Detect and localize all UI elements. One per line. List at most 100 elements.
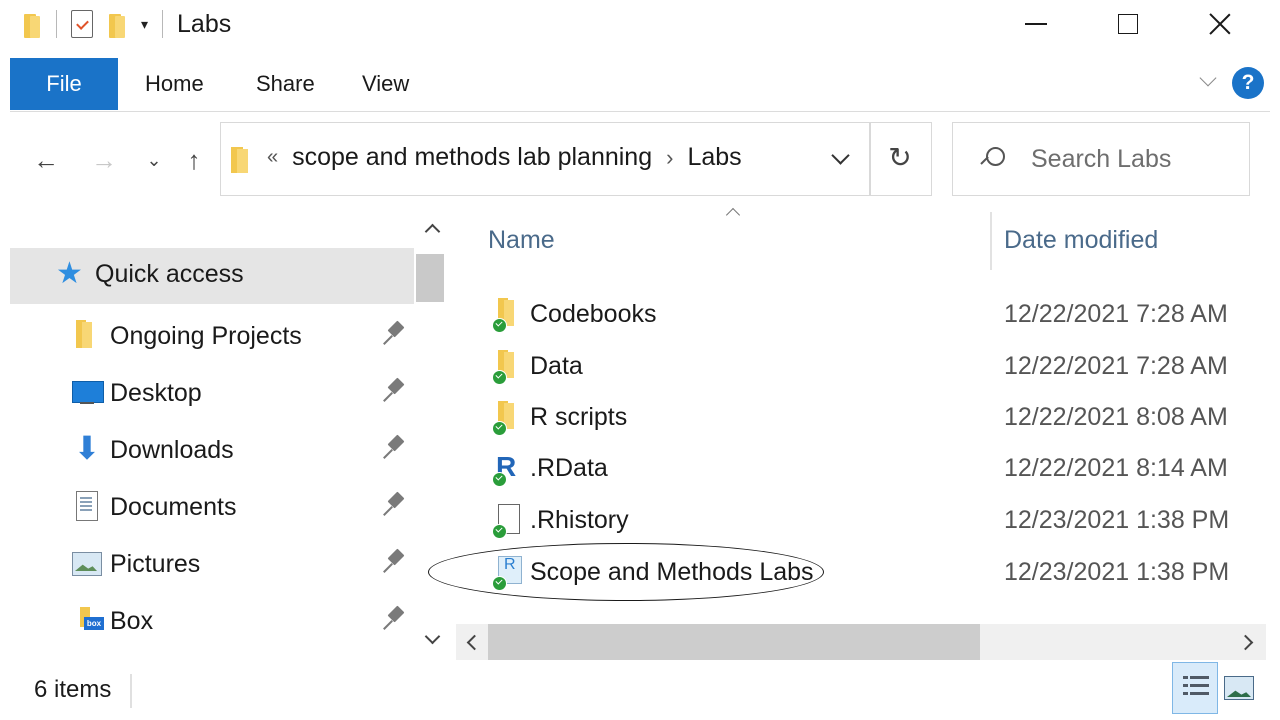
properties-icon[interactable] — [71, 10, 93, 38]
tab-share[interactable]: Share — [256, 58, 315, 110]
expand-ribbon-chevron-icon[interactable] — [1198, 72, 1218, 92]
window-title: Labs — [177, 9, 232, 38]
sidebar-item-pictures[interactable]: Pictures — [10, 536, 414, 592]
sidebar-item-label: Box — [110, 606, 154, 635]
scroll-up-icon[interactable] — [422, 220, 442, 240]
sidebar-item-label: Quick access — [95, 260, 244, 288]
sidebar-item-label: Pictures — [110, 549, 201, 578]
file-name: Codebooks — [530, 300, 657, 328]
file-date: 12/22/2021 7:28 AM — [1004, 300, 1228, 328]
refresh-icon[interactable]: ↻ — [885, 143, 915, 173]
up-button[interactable]: ↑ — [176, 138, 212, 182]
file-date: 12/23/2021 1:38 PM — [1004, 558, 1230, 586]
title-bar: ▾ Labs — [0, 0, 1280, 50]
file-name: Data — [530, 352, 583, 380]
maximize-button[interactable] — [1082, 0, 1174, 48]
customize-toolbar-dropdown-icon[interactable]: ▾ — [141, 16, 148, 33]
sync-status-icon — [492, 576, 507, 591]
minimize-icon — [1025, 23, 1047, 25]
scroll-left-icon[interactable] — [464, 634, 480, 650]
new-folder-icon[interactable] — [107, 10, 127, 38]
r-project-icon — [492, 554, 522, 591]
column-divider[interactable] — [990, 212, 992, 270]
scroll-right-icon[interactable] — [1240, 634, 1256, 650]
folder-icon — [492, 399, 522, 436]
documents-icon — [72, 489, 102, 523]
desktop-icon — [72, 375, 104, 409]
file-date: 12/22/2021 7:28 AM — [1004, 352, 1228, 380]
sidebar-item-documents[interactable]: Documents — [10, 479, 414, 535]
details-view-icon[interactable] — [1172, 662, 1218, 714]
star-icon: ★ — [56, 257, 83, 290]
folder-icon — [231, 145, 251, 175]
file-row[interactable]: R scripts 12/22/2021 8:08 AM — [480, 393, 1260, 443]
file-name: .Rhistory — [530, 506, 629, 534]
breadcrumb-overflow[interactable]: « — [267, 146, 278, 169]
sync-status-icon — [492, 421, 507, 436]
ribbon: File Home Share View ? — [10, 58, 1270, 112]
pin-icon[interactable] — [385, 322, 407, 348]
pin-icon[interactable] — [385, 607, 407, 633]
file-row[interactable]: Codebooks 12/22/2021 7:28 AM — [480, 290, 1260, 340]
file-row[interactable]: Data 12/22/2021 7:28 AM — [480, 342, 1260, 392]
pin-icon[interactable] — [385, 493, 407, 519]
sidebar-item-box[interactable]: Box — [10, 593, 414, 649]
pin-icon[interactable] — [385, 379, 407, 405]
address-history-chevron-icon[interactable] — [829, 147, 853, 171]
box-icon — [72, 603, 104, 637]
toolbar-divider — [56, 10, 57, 38]
close-icon — [1208, 12, 1232, 36]
column-header-date-modified[interactable]: Date modified — [1004, 226, 1158, 255]
close-button[interactable] — [1174, 0, 1266, 48]
search-box[interactable] — [952, 122, 1250, 196]
file-date: 12/22/2021 8:14 AM — [1004, 454, 1228, 482]
file-date: 12/22/2021 8:08 AM — [1004, 403, 1228, 431]
maximize-icon — [1118, 14, 1138, 34]
pin-icon[interactable] — [385, 436, 407, 462]
address-bar[interactable]: « scope and methods lab planning › Labs … — [220, 122, 932, 196]
file-list-scrollbar[interactable] — [456, 624, 1266, 660]
breadcrumb-separator-icon[interactable]: › — [666, 145, 673, 171]
search-icon — [979, 145, 1007, 173]
sidebar-item-quick-access[interactable]: ★ Quick access — [10, 248, 414, 304]
navigation-pane: ★ Quick access Ongoing Projects Desktop … — [10, 210, 450, 660]
pictures-icon — [72, 546, 102, 580]
sync-status-icon — [492, 472, 507, 487]
sort-ascending-icon — [725, 204, 741, 220]
forward-button[interactable]: → — [84, 138, 124, 182]
sidebar-item-label: Ongoing Projects — [110, 321, 302, 350]
breadcrumb-item-scope-and-methods-lab-planning[interactable]: scope and methods lab planning — [292, 143, 652, 172]
tab-view[interactable]: View — [362, 58, 409, 110]
sidebar-item-ongoing-projects[interactable]: Ongoing Projects — [10, 308, 414, 364]
scroll-down-icon[interactable] — [422, 630, 442, 650]
scrollbar-thumb[interactable] — [416, 254, 444, 302]
file-row[interactable]: .Rhistory 12/23/2021 1:38 PM — [480, 496, 1260, 546]
tab-home[interactable]: Home — [145, 58, 204, 110]
toolbar-divider — [162, 10, 164, 38]
help-icon[interactable]: ? — [1232, 67, 1264, 99]
sidebar-item-desktop[interactable]: Desktop — [10, 365, 414, 421]
minimize-button[interactable] — [990, 0, 1082, 48]
quick-access-toolbar: ▾ Labs — [22, 6, 231, 42]
pin-icon[interactable] — [385, 550, 407, 576]
tab-file[interactable]: File — [10, 58, 118, 110]
folder-icon[interactable] — [22, 10, 42, 38]
sidebar-scrollbar[interactable] — [414, 210, 448, 660]
search-input[interactable] — [1031, 141, 1241, 177]
item-count: 6 items — [34, 676, 112, 703]
back-button[interactable]: ← — [26, 138, 66, 182]
recent-locations-button[interactable]: ⌄ — [140, 138, 168, 182]
file-row[interactable]: Scope and Methods Labs 12/23/2021 1:38 P… — [480, 548, 1260, 598]
address-divider — [869, 123, 871, 195]
file-row[interactable]: R .RData 12/22/2021 8:14 AM — [480, 444, 1260, 494]
folder-icon — [72, 318, 102, 352]
large-icons-view-icon[interactable] — [1224, 676, 1254, 700]
sidebar-item-label: Desktop — [110, 378, 202, 407]
column-header-name[interactable]: Name — [488, 226, 555, 255]
r-data-icon: R — [492, 450, 524, 487]
scrollbar-thumb[interactable] — [488, 624, 980, 660]
sidebar-item-downloads[interactable]: ⬇ Downloads — [10, 422, 414, 478]
breadcrumb-item-labs[interactable]: Labs — [687, 143, 741, 172]
file-name: .RData — [530, 454, 608, 482]
file-icon — [492, 502, 522, 539]
